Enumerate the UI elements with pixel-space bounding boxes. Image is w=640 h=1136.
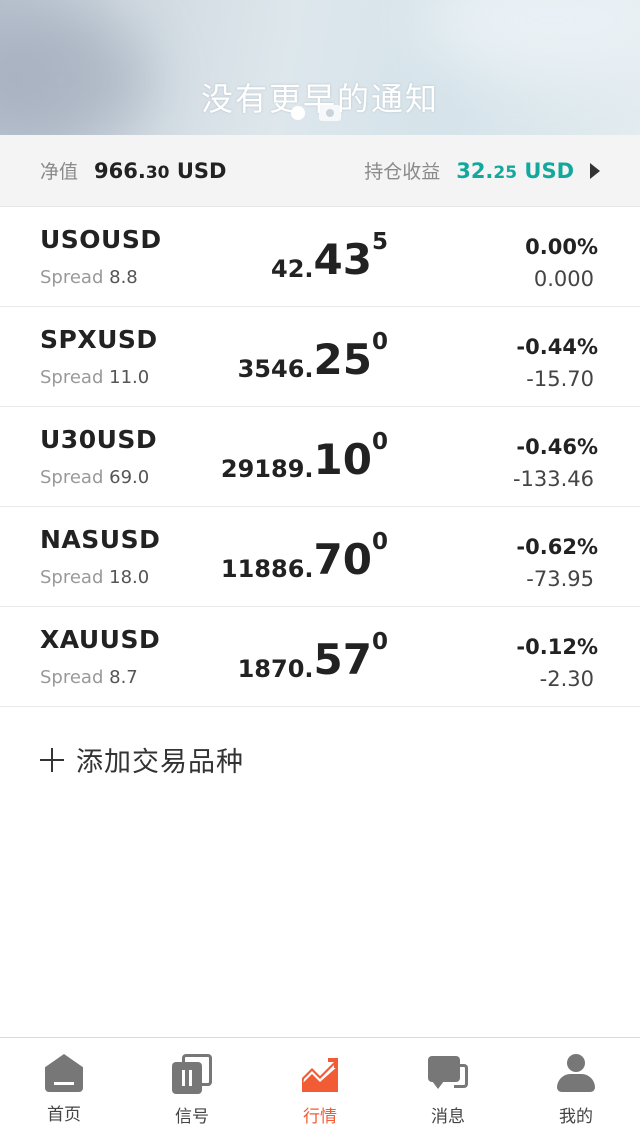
quote-change-percent: 0.00% bbox=[525, 235, 598, 259]
price-big: 43 bbox=[313, 235, 372, 284]
banner-blur bbox=[420, 0, 640, 80]
quote-price: 11886. 70 0 bbox=[221, 529, 388, 584]
page-dot bbox=[291, 106, 305, 120]
price-small: 42. bbox=[271, 255, 314, 283]
quote-change: 0.000 bbox=[533, 267, 594, 291]
quote-spread: Spread 8.8 bbox=[40, 267, 138, 288]
quote-price: 3546. 25 0 bbox=[238, 329, 388, 384]
spread-value: 8.7 bbox=[109, 667, 138, 688]
spread-value: 11.0 bbox=[109, 367, 150, 388]
message-bubble-back bbox=[454, 1064, 468, 1088]
equity-group: 净值 966.30 USD bbox=[40, 157, 226, 184]
banner-page-indicator bbox=[291, 105, 341, 121]
quote-change: -2.30 bbox=[539, 667, 594, 691]
quote-symbol: XAUUSD bbox=[40, 625, 161, 654]
tab-label: 首页 bbox=[47, 1105, 81, 1125]
quote-price: 42. 43 5 bbox=[271, 229, 388, 284]
notification-banner[interactable]: 没有更早的通知 bbox=[0, 0, 640, 135]
equity-value: 966.30 USD bbox=[94, 159, 226, 183]
tab-label: 行情 bbox=[303, 1107, 337, 1127]
home-icon bbox=[45, 1054, 83, 1092]
price-sup: 0 bbox=[371, 429, 388, 455]
bottom-tab-bar: 首页 信号 行情 消息 我的 bbox=[0, 1037, 640, 1136]
pnl-currency: USD bbox=[517, 159, 574, 183]
tab-signals[interactable]: 信号 bbox=[128, 1038, 256, 1136]
quote-price: 29189. 10 0 bbox=[221, 429, 388, 484]
triangle-right-icon bbox=[590, 162, 600, 179]
pnl-label: 持仓收益 bbox=[364, 161, 441, 183]
tab-profile[interactable]: 我的 bbox=[512, 1038, 640, 1136]
spread-value: 69.0 bbox=[109, 467, 150, 488]
price-big: 10 bbox=[313, 435, 372, 484]
quote-symbol: U30USD bbox=[40, 425, 158, 454]
price-sup: 0 bbox=[371, 329, 388, 355]
equity-label: 净值 bbox=[40, 161, 79, 183]
equity-main: 966. bbox=[94, 159, 146, 183]
spread-label: Spread bbox=[40, 567, 104, 588]
tab-label: 信号 bbox=[175, 1107, 209, 1127]
add-instrument-label: 添加交易品种 bbox=[76, 747, 244, 778]
add-instrument-button[interactable]: 添加交易品种 bbox=[40, 740, 244, 779]
quote-spread: Spread 69.0 bbox=[40, 467, 149, 488]
tab-quotes[interactable]: 行情 bbox=[256, 1038, 384, 1136]
quote-price: 1870. 57 0 bbox=[238, 629, 388, 684]
spread-label: Spread bbox=[40, 267, 104, 288]
tab-label: 我的 bbox=[559, 1107, 593, 1127]
price-small: 29189. bbox=[220, 455, 314, 483]
camera-icon[interactable] bbox=[319, 105, 341, 121]
price-sup: 5 bbox=[371, 229, 388, 255]
signal-icon-front bbox=[172, 1062, 202, 1094]
quote-change-percent: -0.62% bbox=[516, 535, 598, 559]
pnl-small: 25 bbox=[493, 163, 518, 183]
chart-icon bbox=[300, 1054, 340, 1094]
spread-value: 18.0 bbox=[109, 567, 150, 588]
price-sup: 0 bbox=[371, 629, 388, 655]
price-sup: 0 bbox=[371, 529, 388, 555]
price-small: 1870. bbox=[237, 655, 314, 683]
spread-value: 8.8 bbox=[109, 267, 138, 288]
plus-icon bbox=[40, 747, 64, 772]
quote-row[interactable]: USOUSD Spread 8.8 42. 43 5 0.00% 0.000 bbox=[0, 207, 640, 307]
price-small: 3546. bbox=[237, 355, 314, 383]
tab-home[interactable]: 首页 bbox=[0, 1038, 128, 1136]
position-pnl-button[interactable]: 持仓收益 32.25 USD bbox=[364, 157, 600, 184]
quote-change: -15.70 bbox=[526, 367, 594, 391]
quote-change-percent: -0.44% bbox=[516, 335, 598, 359]
quote-spread: Spread 8.7 bbox=[40, 667, 138, 688]
pnl-value: 32.25 USD bbox=[456, 159, 574, 183]
quote-spread: Spread 18.0 bbox=[40, 567, 149, 588]
user-icon bbox=[556, 1054, 596, 1094]
price-big: 57 bbox=[313, 635, 372, 684]
quote-row[interactable]: NASUSD Spread 18.0 11886. 70 0 -0.62% -73.… bbox=[0, 507, 640, 607]
account-summary-bar: 净值 966.30 USD 持仓收益 32.25 USD bbox=[0, 135, 640, 207]
quote-change: -133.46 bbox=[512, 467, 594, 491]
quote-change-percent: -0.46% bbox=[516, 435, 598, 459]
quote-list: USOUSD Spread 8.8 42. 43 5 0.00% 0.000 SPX… bbox=[0, 207, 640, 707]
quote-row[interactable]: U30USD Spread 69.0 29189. 10 0 -0.46% -133… bbox=[0, 407, 640, 507]
pnl-main: 32. bbox=[456, 159, 494, 183]
quote-change: -73.95 bbox=[526, 567, 594, 591]
equity-currency: USD bbox=[169, 159, 227, 183]
spread-label: Spread bbox=[40, 467, 104, 488]
signal-icon bbox=[172, 1054, 212, 1094]
quote-row[interactable]: XAUUSD Spread 8.7 1870. 57 0 -0.12% -2.30 bbox=[0, 607, 640, 707]
chart-icon-graphic bbox=[302, 1058, 338, 1092]
user-icon-head bbox=[567, 1054, 585, 1072]
quote-spread: Spread 11.0 bbox=[40, 367, 149, 388]
quote-symbol: NASUSD bbox=[40, 525, 161, 554]
quote-symbol: USOUSD bbox=[40, 225, 162, 254]
user-icon-body bbox=[557, 1074, 595, 1092]
equity-small: 30 bbox=[145, 163, 170, 183]
price-small: 11886. bbox=[220, 555, 314, 583]
quote-row[interactable]: SPXUSD Spread 11.0 3546. 25 0 -0.44% -15.7… bbox=[0, 307, 640, 407]
quote-symbol: SPXUSD bbox=[40, 325, 158, 354]
tab-label: 消息 bbox=[431, 1107, 465, 1127]
message-icon bbox=[428, 1054, 468, 1094]
price-big: 25 bbox=[313, 335, 372, 384]
quote-change-percent: -0.12% bbox=[516, 635, 598, 659]
spread-label: Spread bbox=[40, 367, 104, 388]
spread-label: Spread bbox=[40, 667, 104, 688]
price-big: 70 bbox=[313, 535, 372, 584]
tab-messages[interactable]: 消息 bbox=[384, 1038, 512, 1136]
